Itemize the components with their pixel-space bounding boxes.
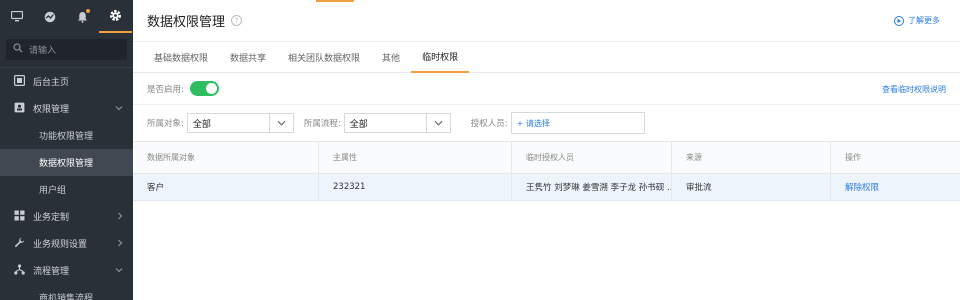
main-content: 数据权限管理 ? 了解更多 基础数据权限 数据共享 相关团队数据权限 其他 临时… <box>133 0 960 300</box>
enable-toggle[interactable] <box>189 81 219 96</box>
sidebar-item-business-rules[interactable]: 业务规则设置 <box>0 230 133 257</box>
notification-dot <box>86 9 90 13</box>
sidebar-subitem-label: 功能权限管理 <box>39 132 94 142</box>
sidebar-top-icons <box>0 0 133 33</box>
object-select-value: 全部 <box>192 119 211 130</box>
object-filter-label: 所属对象: <box>147 119 184 129</box>
flow-select-value: 全部 <box>349 119 368 130</box>
sidebar-subitem-data-permission[interactable]: 数据权限管理 <box>0 149 133 176</box>
column-header: 操作 <box>845 153 861 162</box>
tab-data-sharing[interactable]: 数据共享 <box>219 42 277 73</box>
sidebar-subitem-label: 用户组 <box>39 186 67 196</box>
sidebar-subitem-user-group[interactable]: 用户组 <box>0 176 133 203</box>
permission-icon <box>14 102 25 116</box>
enable-row: 是否启用: 查看临时权限说明 <box>133 73 960 105</box>
dashboard-icon <box>14 74 26 89</box>
sidebar-subitem-function-permission[interactable]: 功能权限管理 <box>0 122 133 149</box>
sidebar-item-label: 权限管理 <box>33 105 70 115</box>
sidebar-item-permission[interactable]: 权限管理 <box>0 95 133 122</box>
permission-table: 数据所属对象 主属性 临时授权人员 来源 操作 客户 232321 王隽竹 刘梦… <box>133 142 960 201</box>
grantee-filter-label: 授权人员: <box>470 119 508 129</box>
play-circle-icon <box>894 15 904 26</box>
column-header: 主属性 <box>319 142 512 173</box>
grantee-chooser[interactable]: + 请选择 <box>510 112 645 134</box>
flow-icon <box>14 263 25 278</box>
wrench-icon <box>14 237 25 251</box>
enable-label: 是否启用: <box>147 84 184 95</box>
sidebar-search-input[interactable]: 请输入 <box>6 39 127 60</box>
sidebar-item-label: 业务规则设置 <box>33 240 88 250</box>
chevron-down-icon <box>115 266 123 276</box>
tab-bar: 基础数据权限 数据共享 相关团队数据权限 其他 临时权限 <box>133 42 960 73</box>
tab-temporary-permission[interactable]: 临时权限 <box>411 42 470 73</box>
table-row[interactable]: 客户 232321 王隽竹 刘梦琳 姜雪溯 李子龙 孙书砚 ... 审批流 解除… <box>133 174 960 201</box>
cell-main-attribute: 232321 <box>319 174 512 200</box>
page-header: 数据权限管理 ? 了解更多 <box>133 0 960 42</box>
column-header: 来源 <box>672 142 831 173</box>
sidebar-search-wrap: 请输入 <box>0 33 133 65</box>
chevron-down-icon <box>425 114 450 132</box>
sidebar-item-label: 后台主页 <box>33 78 70 88</box>
page-title: 数据权限管理 <box>147 15 226 30</box>
sidebar-item-home[interactable]: 后台主页 <box>0 68 133 95</box>
gear-icon[interactable] <box>99 0 132 33</box>
search-placeholder: 请输入 <box>29 46 57 56</box>
cell-source: 审批流 <box>672 174 831 200</box>
table-header: 数据所属对象 主属性 临时授权人员 来源 操作 <box>133 142 960 174</box>
sidebar-item-customization[interactable]: 业务定制 <box>0 203 133 230</box>
tab-other[interactable]: 其他 <box>371 42 411 73</box>
chevron-right-icon <box>117 212 123 223</box>
learn-more-label: 了解更多 <box>908 16 940 25</box>
bell-icon[interactable] <box>66 0 99 33</box>
tab-team-data-permission[interactable]: 相关团队数据权限 <box>277 42 371 73</box>
activity-icon[interactable] <box>33 0 66 33</box>
sidebar: 请输入 后台主页 权限管理 功能权限管理 数据权限管理 用户组 业务定制 业务规… <box>0 0 133 300</box>
sidebar-item-label: 业务定制 <box>33 213 70 223</box>
filter-bar: 所属对象: 全部 所属流程: 全部 授权人员: + 请选择 <box>133 105 960 142</box>
revoke-permission-link[interactable]: 解除权限 <box>845 181 879 193</box>
learn-more-link[interactable]: 了解更多 <box>894 15 940 26</box>
chevron-down-icon <box>115 104 123 114</box>
chevron-down-icon <box>268 114 293 132</box>
cell-object: 客户 <box>133 174 319 200</box>
sidebar-nav: 后台主页 权限管理 功能权限管理 数据权限管理 用户组 业务定制 业务规则设置 … <box>0 68 133 300</box>
help-icon[interactable]: ? <box>231 15 243 26</box>
temporary-permission-explain-link[interactable]: 查看临时权限说明 <box>882 84 946 95</box>
object-select[interactable]: 全部 <box>186 113 294 133</box>
sidebar-subitem-label: 商机销售流程 <box>39 294 94 300</box>
tab-basic-data-permission[interactable]: 基础数据权限 <box>143 42 219 73</box>
search-icon <box>13 43 23 56</box>
flow-filter-label: 所属流程: <box>303 119 341 129</box>
toggle-knob <box>205 83 217 94</box>
sidebar-subitem-sales-flow[interactable]: 商机销售流程 <box>0 284 133 300</box>
cell-action: 解除权限 <box>831 174 960 200</box>
column-header: 数据所属对象 <box>133 142 319 173</box>
grid-icon <box>14 210 25 224</box>
sidebar-item-flow-management[interactable]: 流程管理 <box>0 257 133 284</box>
sidebar-item-label: 流程管理 <box>33 267 70 277</box>
monitor-icon[interactable] <box>0 0 33 33</box>
flow-select[interactable]: 全部 <box>343 113 451 133</box>
sidebar-subitem-label: 数据权限管理 <box>39 159 94 169</box>
column-header: 临时授权人员 <box>512 142 672 173</box>
cell-grantees: 王隽竹 刘梦琳 姜雪溯 李子龙 孙书砚 ... <box>512 174 672 200</box>
chevron-right-icon <box>117 239 123 250</box>
